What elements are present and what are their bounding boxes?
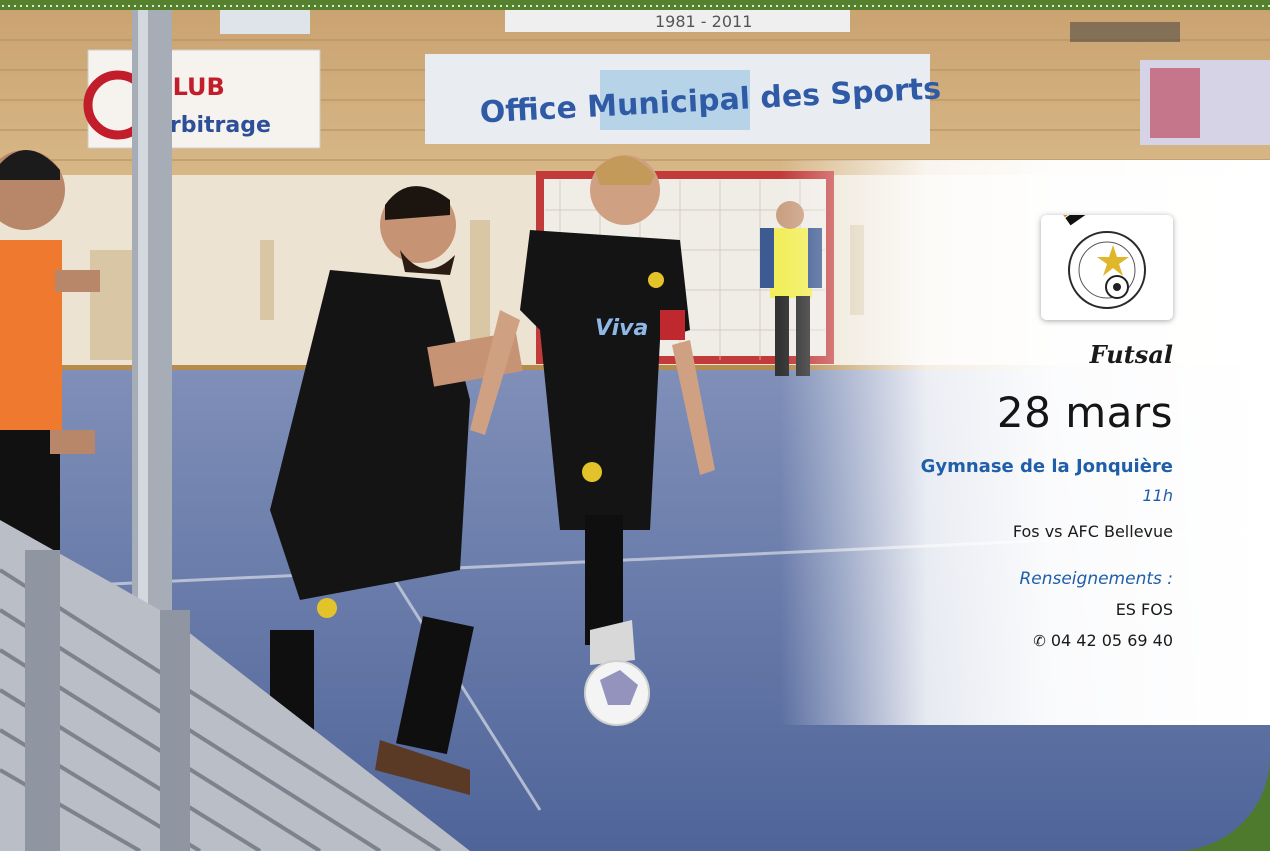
banner-year-text: 1981 - 2011 [655,12,752,31]
info-label: Renseignements : [1019,569,1173,589]
info-panel-overlay [780,160,1270,725]
event-sport: Futsal [1089,340,1173,369]
top-dotted-border [0,0,1270,10]
event-time: 11h [1142,486,1174,505]
event-date: 28 mars [996,388,1173,437]
club-crest-icon [1041,215,1173,320]
jersey-sponsor-text: Viva [595,316,648,341]
phone-line: ✆ 04 42 05 69 40 [1033,631,1173,650]
event-match: Fos vs AFC Bellevue [1012,522,1173,541]
club-logo [1041,215,1173,320]
phone-icon: ✆ [1033,632,1046,650]
phone-number: 04 42 05 69 40 [1050,631,1173,650]
futsal-ball [584,660,650,726]
info-organization: ES FOS [1115,600,1173,619]
banner-left-bottom-text: arbitrage [155,113,271,138]
event-venue: Gymnase de la Jonquière [920,456,1173,477]
